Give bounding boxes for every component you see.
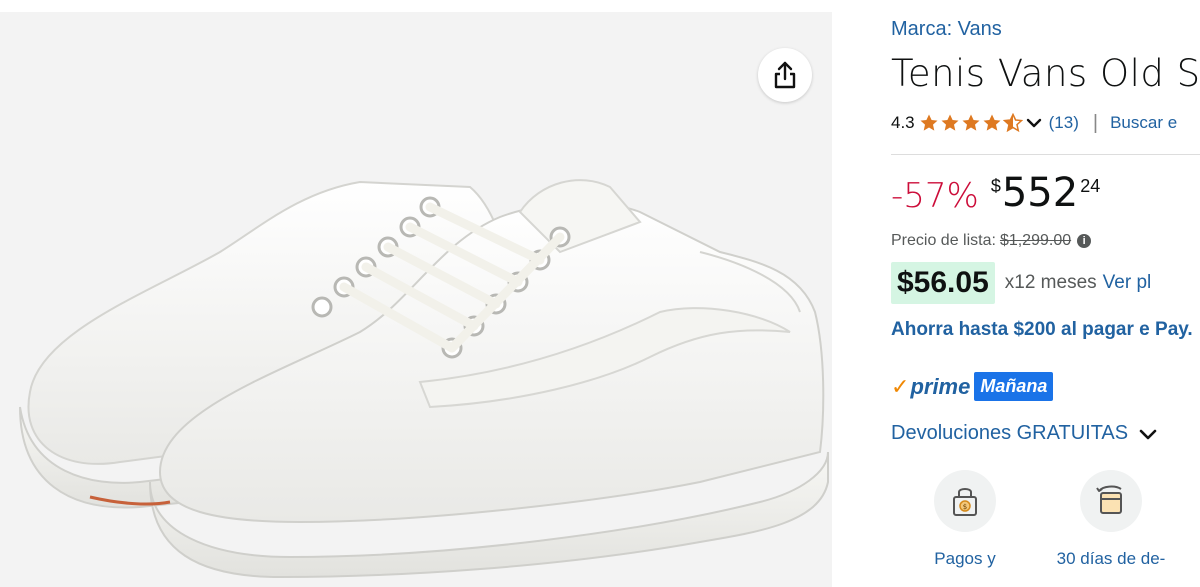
separator: | <box>1092 111 1099 134</box>
star-rating[interactable] <box>919 113 1023 133</box>
star-icon <box>962 114 980 131</box>
promo-link[interactable]: Ahorra hasta $200 al pagar e Pay. <box>891 314 1200 345</box>
chevron-down-icon <box>1138 427 1158 441</box>
prime-check-icon: ✓ <box>891 373 910 399</box>
feature-returns[interactable]: 30 días de de- <box>1041 470 1181 572</box>
product-image <box>19 179 829 579</box>
brand-link[interactable]: Marca: Vans <box>891 18 1002 41</box>
svg-text:$: $ <box>963 503 967 511</box>
search-link[interactable]: Buscar e <box>1110 113 1177 133</box>
list-price-row: Precio de lista: $1,299.00 i <box>891 232 1092 250</box>
info-icon[interactable]: i <box>1077 234 1092 248</box>
installment-amount: $56.05 <box>891 262 995 304</box>
price-row: -57% $ 552 24 <box>891 170 1100 216</box>
divider <box>891 154 1200 155</box>
share-button[interactable] <box>758 48 812 102</box>
delivery-badge: Mañana <box>974 372 1054 401</box>
star-half-icon <box>1002 113 1023 133</box>
free-returns-label: Devoluciones GRATUITAS <box>891 422 1129 444</box>
returns-icon <box>1080 470 1142 532</box>
product-title: Tenis Vans Old Sk <box>891 52 1200 95</box>
installment-row: $56.05 x12 meses Ver pl <box>891 262 1151 304</box>
rating-count-link[interactable]: (13) <box>1049 113 1079 133</box>
installment-term: x12 meses <box>1004 272 1097 293</box>
rating-row: 4.3 (13) | Buscar e <box>891 110 1177 136</box>
secure-payment-icon: $ <box>934 470 996 532</box>
feature-secure-payment[interactable]: $ Pagos y <box>895 470 1035 572</box>
rating-value: 4.3 <box>891 113 915 132</box>
price-whole: 552 <box>1001 170 1079 216</box>
star-icon <box>920 114 938 131</box>
free-returns-dropdown[interactable]: Devoluciones GRATUITAS <box>891 422 1158 445</box>
list-price-value: $1,299.00 <box>999 232 1072 249</box>
feature-label: 30 días de de- <box>1056 549 1166 568</box>
product-info-panel: Marca: Vans Tenis Vans Old Sk 4.3 (13) |… <box>891 0 1200 587</box>
prime-delivery-row: ✓ prime Mañana <box>891 372 1054 401</box>
star-icon <box>983 114 1001 131</box>
product-image-gallery[interactable] <box>0 12 832 587</box>
installment-plans-link[interactable]: Ver pl <box>1103 272 1152 294</box>
feature-label: Pagos y <box>934 549 996 568</box>
chevron-down-icon[interactable] <box>1025 116 1043 130</box>
list-price-label: Precio de lista: <box>891 232 996 249</box>
price-cents: 24 <box>1080 176 1101 196</box>
share-icon <box>774 61 796 89</box>
star-icon <box>941 114 959 131</box>
price-currency: $ <box>990 176 1001 196</box>
discount-percent: -57% <box>891 176 979 216</box>
prime-logo: prime <box>910 373 971 399</box>
